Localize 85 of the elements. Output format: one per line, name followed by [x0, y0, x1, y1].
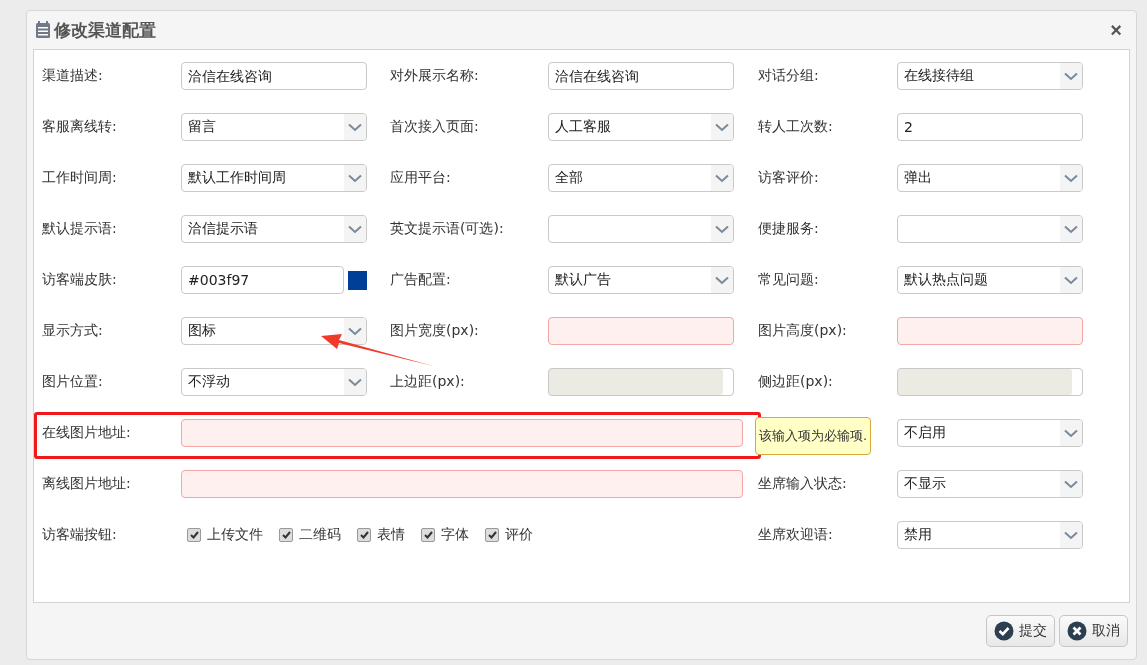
chevron-down-icon	[715, 224, 729, 234]
field-label: 默认提示语:	[42, 220, 117, 238]
chevron-down-icon	[1064, 173, 1078, 183]
dropdown[interactable]: 图标	[181, 317, 367, 345]
checkbox-label: 二维码	[299, 526, 341, 544]
dropdown[interactable]: 不显示	[897, 470, 1083, 498]
chevron-down-icon	[348, 122, 362, 132]
dropdown[interactable]: 默认热点问题	[897, 266, 1083, 294]
input-field[interactable]	[181, 419, 743, 447]
field-label: 应用平台:	[390, 169, 451, 187]
close-button[interactable]: ×	[1104, 18, 1128, 42]
input-field[interactable]: 洽信在线咨询	[548, 62, 734, 90]
field-label: 英文提示语(可选):	[390, 220, 504, 238]
field-label: 访客端按钮:	[42, 526, 117, 544]
input-field[interactable]: #003f97	[181, 266, 344, 294]
input-field[interactable]: 2	[897, 113, 1083, 141]
dropdown[interactable]: 默认工作时间周	[181, 164, 367, 192]
field-label: 图片位置:	[42, 373, 103, 391]
checkbox[interactable]	[357, 528, 371, 542]
checkbox-label: 上传文件	[207, 526, 263, 544]
field-label: 显示方式:	[42, 322, 103, 340]
field-label: 对外展示名称:	[390, 67, 479, 85]
dropdown[interactable]: 禁用	[897, 521, 1083, 549]
field-label: 转人工次数:	[758, 118, 833, 136]
field-label: 离线图片地址:	[42, 475, 131, 493]
field-label: 图片宽度(px):	[390, 322, 479, 340]
window-title: 修改渠道配置	[54, 18, 156, 42]
check-circle-icon	[994, 621, 1014, 641]
notepad-icon	[35, 21, 51, 39]
checkbox[interactable]	[187, 528, 201, 542]
field-label: 便捷服务:	[758, 220, 819, 238]
field-label: 常见问题:	[758, 271, 819, 289]
close-circle-icon	[1067, 621, 1087, 641]
chevron-down-icon	[348, 326, 362, 336]
dropdown[interactable]: 不浮动	[181, 368, 367, 396]
field-label: 访客评价:	[758, 169, 819, 187]
input-field[interactable]: 洽信在线咨询	[181, 62, 367, 90]
dropdown[interactable]	[897, 215, 1083, 243]
input-field[interactable]	[897, 317, 1083, 345]
field-label: 在线图片地址:	[42, 424, 131, 442]
checkbox-label: 表情	[377, 526, 405, 544]
chevron-down-icon	[1064, 530, 1078, 540]
color-swatch[interactable]	[348, 270, 367, 290]
chevron-down-icon	[1064, 428, 1078, 438]
dropdown[interactable]	[548, 215, 734, 243]
chevron-down-icon	[348, 173, 362, 183]
field-label: 坐席欢迎语:	[758, 526, 833, 544]
field-label: 坐席输入状态:	[758, 475, 847, 493]
submit-button[interactable]: 提交	[986, 615, 1055, 647]
field-label: 渠道描述:	[42, 67, 103, 85]
input-field[interactable]	[181, 470, 743, 498]
validation-tooltip: 该输入项为必输项.	[755, 417, 872, 455]
field-label: 工作时间周:	[42, 169, 117, 187]
checkbox[interactable]	[421, 528, 435, 542]
chevron-down-icon	[1064, 224, 1078, 234]
dropdown[interactable]: 全部	[548, 164, 734, 192]
chevron-down-icon	[348, 377, 362, 387]
dropdown[interactable]: 在线接待组	[897, 62, 1083, 90]
chevron-down-icon	[1064, 479, 1078, 489]
chevron-down-icon	[1064, 275, 1078, 285]
chevron-down-icon	[348, 224, 362, 234]
dropdown[interactable]: 不启用	[897, 419, 1083, 447]
chevron-down-icon	[715, 173, 729, 183]
checkbox-label: 评价	[505, 526, 533, 544]
field-label: 对话分组:	[758, 67, 819, 85]
field-label: 上边距(px):	[390, 373, 465, 391]
dropdown[interactable]: 默认广告	[548, 266, 734, 294]
checkbox[interactable]	[279, 528, 293, 542]
field-label: 首次接入页面:	[390, 118, 479, 136]
chevron-down-icon	[715, 275, 729, 285]
field-label: 广告配置:	[390, 271, 451, 289]
field-label: 客服离线转:	[42, 118, 117, 136]
field-label: 图片高度(px):	[758, 322, 847, 340]
dropdown[interactable]: 洽信提示语	[181, 215, 367, 243]
dropdown[interactable]: 弹出	[897, 164, 1083, 192]
checkbox[interactable]	[485, 528, 499, 542]
cancel-button[interactable]: 取消	[1059, 615, 1128, 647]
dropdown[interactable]: 留言	[181, 113, 367, 141]
chevron-down-icon	[715, 122, 729, 132]
dropdown[interactable]: 人工客服	[548, 113, 734, 141]
checkbox-label: 字体	[441, 526, 469, 544]
field-label: 侧边距(px):	[758, 373, 833, 391]
field-label: 访客端皮肤:	[42, 271, 117, 289]
chevron-down-icon	[1064, 71, 1078, 81]
input-field[interactable]	[548, 317, 734, 345]
